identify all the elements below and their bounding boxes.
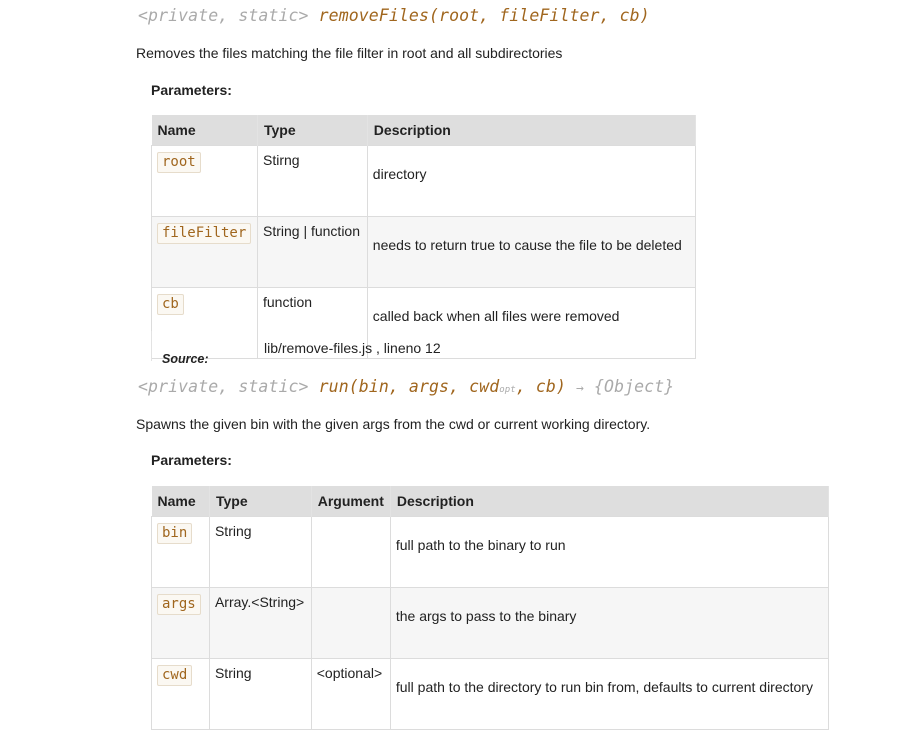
param-type: Stirng <box>256 145 368 217</box>
column-header-name: Name <box>151 486 210 517</box>
source-label: Source: <box>162 352 209 366</box>
column-header-argument: Argument <box>311 486 391 517</box>
param-name: cwd <box>157 665 193 686</box>
table-row: args Array.<String> the args to pass to … <box>151 587 830 659</box>
parameters-table: Name Type Description root Stirng direct… <box>151 115 697 359</box>
method-description: Spawns the given bin with the given args… <box>136 416 651 432</box>
param-description: directory <box>366 145 697 217</box>
param-type: String <box>208 516 312 588</box>
param-type: String <box>208 658 312 730</box>
table-row: root Stirng directory <box>151 145 697 217</box>
method-name: removeFiles <box>318 6 429 25</box>
column-header-name: Name <box>151 115 258 146</box>
param-type: String | function <box>256 216 368 288</box>
table-row: cwd String <optional> full path to the d… <box>151 658 830 730</box>
param-name: root <box>157 152 201 173</box>
column-header-description: Description <box>367 115 697 146</box>
method-attributes: <private, static> <box>138 377 309 396</box>
param-name: bin <box>157 523 193 544</box>
param-name: fileFilter <box>157 223 252 244</box>
method-params: (bin, args, cwd <box>348 377 500 396</box>
parameters-table: Name Type Argument Description bin Strin… <box>151 486 830 730</box>
column-header-type: Type <box>209 486 312 517</box>
method-signature-run: <private, static> run(bin, args, cwdopt,… <box>138 377 674 396</box>
table-row: bin String full path to the binary to ru… <box>151 516 830 588</box>
parameters-heading: Parameters: <box>151 452 232 468</box>
optional-marker: opt <box>499 385 516 395</box>
column-header-description: Description <box>390 486 830 517</box>
method-params: (root, fileFilter, cb) <box>429 6 650 25</box>
method-description: Removes the files matching the file filt… <box>136 45 563 61</box>
method-attributes: <private, static> <box>138 6 309 25</box>
returns-arrow-icon: → <box>576 381 584 396</box>
source-divider <box>151 331 152 361</box>
parameters-heading: Parameters: <box>151 82 232 98</box>
param-argument <box>310 516 391 588</box>
return-type: {Object} <box>594 377 675 396</box>
param-argument: <optional> <box>310 658 391 730</box>
param-description: needs to return true to cause the file t… <box>366 216 697 288</box>
param-name: cb <box>157 294 184 315</box>
param-description: full path to the binary to run <box>389 516 830 588</box>
method-params-rest: , cb) <box>515 377 566 396</box>
column-header-type: Type <box>257 115 368 146</box>
param-description: the args to pass to the binary <box>389 587 830 659</box>
param-type: Array.<String> <box>208 587 312 659</box>
source-link[interactable]: lib/remove-files.js , lineno 12 <box>264 340 441 356</box>
param-argument <box>310 587 391 659</box>
param-name: args <box>157 594 201 615</box>
doc-page: <private, static> removeFiles(root, file… <box>0 0 920 730</box>
method-signature-removefiles: <private, static> removeFiles(root, file… <box>138 6 650 25</box>
method-name: run <box>318 377 349 396</box>
table-row: fileFilter String | function needs to re… <box>151 216 697 288</box>
param-description: full path to the directory to run bin fr… <box>389 658 830 730</box>
